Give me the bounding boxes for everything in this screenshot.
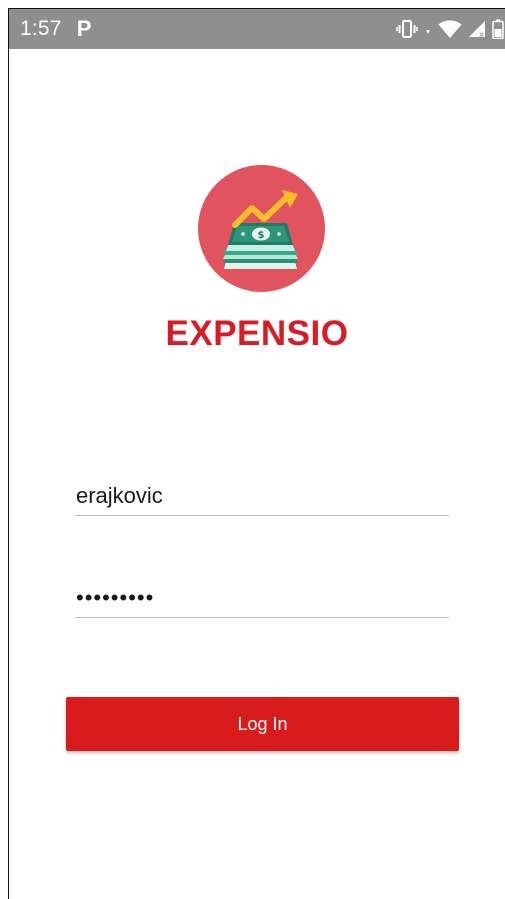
username-input[interactable]	[75, 476, 449, 515]
svg-text:$: $	[258, 230, 265, 241]
svg-text:x: x	[479, 30, 484, 38]
status-time: 1:57	[20, 17, 62, 40]
username-field[interactable]	[75, 476, 449, 516]
wifi-icon	[438, 19, 462, 39]
cellular-signal-icon: x	[468, 20, 486, 38]
money-growth-icon: $	[223, 190, 298, 269]
password-input[interactable]	[75, 578, 449, 617]
app-screen: 1:57 P x $ EXPENSIO erajkovic ••••••••• …	[8, 8, 505, 899]
status-icons: x	[396, 9, 505, 49]
battery-icon	[492, 19, 504, 39]
data-arrows-icon	[424, 22, 432, 36]
app-logo: $	[198, 165, 325, 292]
vibrate-icon	[396, 18, 418, 40]
login-button[interactable]: Log In	[66, 697, 459, 751]
app-title: EXPENSIO	[165, 314, 349, 353]
status-bar: 1:57 P x	[9, 9, 505, 49]
notification-p-icon: P	[76, 16, 92, 41]
password-field[interactable]	[75, 578, 449, 618]
